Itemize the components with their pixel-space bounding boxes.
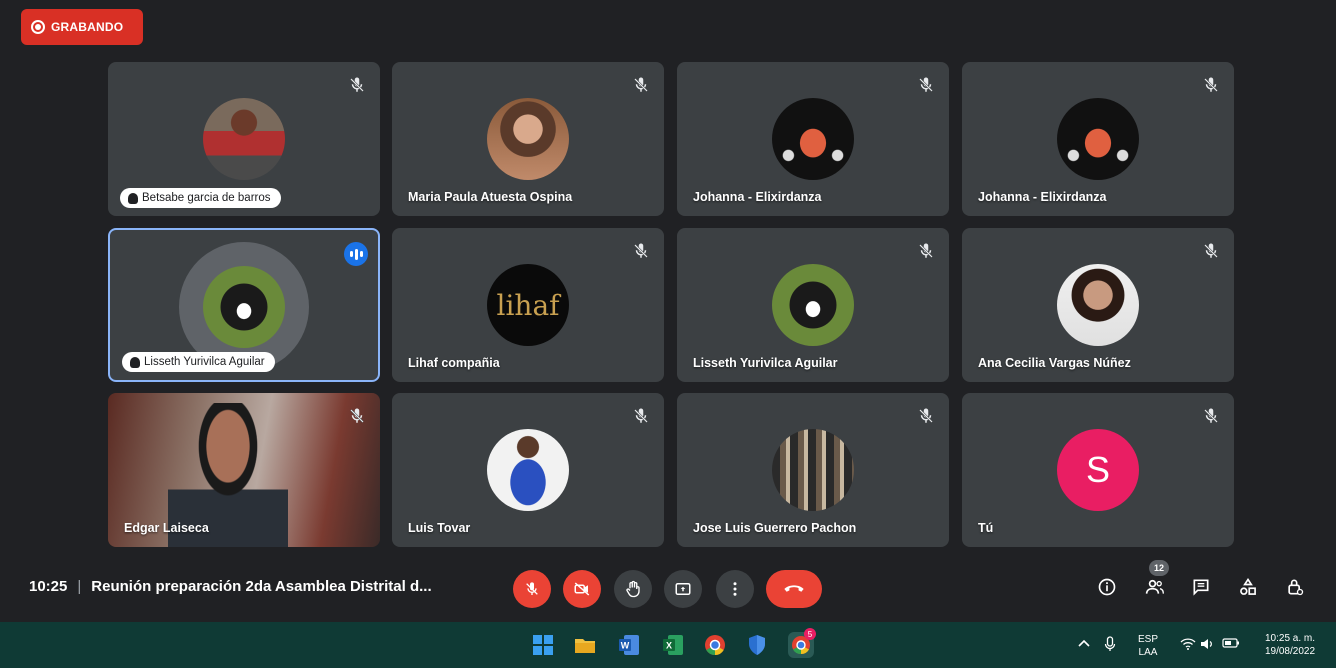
speaking-icon [344,242,368,266]
mic-off-icon [634,243,648,258]
tray-chevron-icon[interactable] [1078,638,1090,652]
more-options-button[interactable] [716,570,754,608]
participant-name: Lihaf compañia [408,356,500,370]
participant-tile[interactable]: Jose Luis Guerrero Pachon [677,393,949,547]
chrome-icon[interactable] [702,632,728,658]
participant-avatar: lihaf [487,264,569,346]
participant-name: Edgar Laiseca [124,521,209,535]
excel-icon[interactable]: X [660,632,686,658]
mic-off-icon [350,77,364,92]
mic-off-icon [634,77,648,92]
participant-name: Maria Paula Atuesta Ospina [408,190,573,204]
participant-name: Jose Luis Guerrero Pachon [693,521,857,535]
participant-avatar [772,98,854,180]
mic-off-icon [1204,77,1218,92]
participant-name: Tú [978,521,994,535]
svg-text:W: W [621,641,630,651]
security-shield-icon[interactable] [744,632,770,658]
word-icon[interactable]: W [616,632,642,658]
camera-toggle-button[interactable] [563,570,601,608]
meeting-separator: | [77,578,82,595]
more-icon [733,582,737,596]
present-icon [675,583,691,595]
mic-off-icon [919,408,933,423]
participant-tile[interactable]: Betsabe garcia de barros [108,62,380,216]
participant-avatar [1057,98,1139,180]
participant-tile[interactable]: lihaf Lihaf compañia [392,228,664,382]
hangup-icon [784,585,804,592]
info-icon [1098,578,1116,596]
participant-tile[interactable]: Johanna - Elixirdanza [677,62,949,216]
participant-tile[interactable]: Johanna - Elixirdanza [962,62,1234,216]
recording-indicator[interactable]: GRABANDO [21,9,143,45]
mic-off-icon [350,408,364,423]
participant-name: Luis Tovar [408,521,471,535]
participant-avatar [487,98,569,180]
meeting-time: 10:25 [29,578,68,595]
camera-off-icon [574,582,590,596]
participant-avatar [487,429,569,511]
os-taskbar: W X 5 ESP LAA 10:25 a. m. 19/08/2022 [0,622,1336,668]
participant-name: Betsabe garcia de barros [120,188,281,208]
raise-hand-button[interactable] [614,570,652,608]
participant-name: Ana Cecilia Vargas Núñez [978,356,1131,370]
participant-tile[interactable]: Lisseth Yurivilca Aguilar [677,228,949,382]
host-controls-button[interactable] [1282,574,1308,600]
participant-avatar [772,264,854,346]
participant-name: Lisseth Yurivilca Aguilar [693,356,838,370]
volume-icon[interactable] [1200,637,1214,655]
keyboard-language[interactable]: ESP LAA [1138,633,1158,659]
chrome-notification-badge: 5 [804,628,816,640]
participant-name: Johanna - Elixirdanza [693,190,822,204]
mic-off-icon [1204,408,1218,423]
people-icon [1145,579,1164,594]
wifi-icon[interactable] [1180,637,1196,655]
mic-off-icon [1204,243,1218,258]
windows-start-icon[interactable] [530,632,556,658]
mic-off-icon [919,243,933,258]
hand-raised-icon [128,193,138,204]
leave-call-button[interactable] [766,570,822,608]
chrome-active-icon[interactable]: 5 [788,628,816,658]
participant-tile[interactable]: Maria Paula Atuesta Ospina [392,62,664,216]
participant-video-tile[interactable]: Edgar Laiseca [108,393,380,547]
chat-button[interactable] [1188,574,1214,600]
meeting-info-button[interactable] [1094,574,1120,600]
chat-icon [1193,579,1209,596]
activities-button[interactable] [1235,574,1261,600]
battery-icon[interactable] [1222,638,1240,652]
record-icon [31,20,45,34]
tray-mic-icon[interactable] [1104,636,1116,656]
participant-tile[interactable]: Ana Cecilia Vargas Núñez [962,228,1234,382]
self-avatar: S [1057,429,1139,511]
present-screen-button[interactable] [664,570,702,608]
participant-tile[interactable]: Luis Tovar [392,393,664,547]
system-clock[interactable]: 10:25 a. m. 19/08/2022 [1252,632,1328,658]
participant-tile-self[interactable]: S Tú [962,393,1234,547]
participant-avatar [772,429,854,511]
meeting-title: Reunión preparación 2da Asamblea Distrit… [91,578,432,595]
meeting-controls-bar: 10:25 | Reunión preparación 2da Asamblea… [0,560,1336,616]
participant-name: Lisseth Yurivilca Aguilar [122,352,275,372]
participant-avatar [1057,264,1139,346]
participant-name: Johanna - Elixirdanza [978,190,1107,204]
host-controls-icon [1288,579,1304,596]
participant-tile-active-speaker[interactable]: Lisseth Yurivilca Aguilar [108,228,380,382]
file-explorer-icon[interactable] [572,632,598,658]
hand-icon [626,580,640,598]
mic-off-icon [634,408,648,423]
svg-text:X: X [666,641,672,651]
mic-off-icon [526,582,538,595]
mic-toggle-button[interactable] [513,570,551,608]
meeting-details: 10:25 | Reunión preparación 2da Asamblea… [29,578,432,595]
activities-icon [1240,577,1256,595]
hand-raised-icon [130,357,140,368]
participant-avatar [203,98,285,180]
recording-label: GRABANDO [51,20,124,34]
mic-off-icon [919,77,933,92]
people-button[interactable] [1142,574,1168,600]
